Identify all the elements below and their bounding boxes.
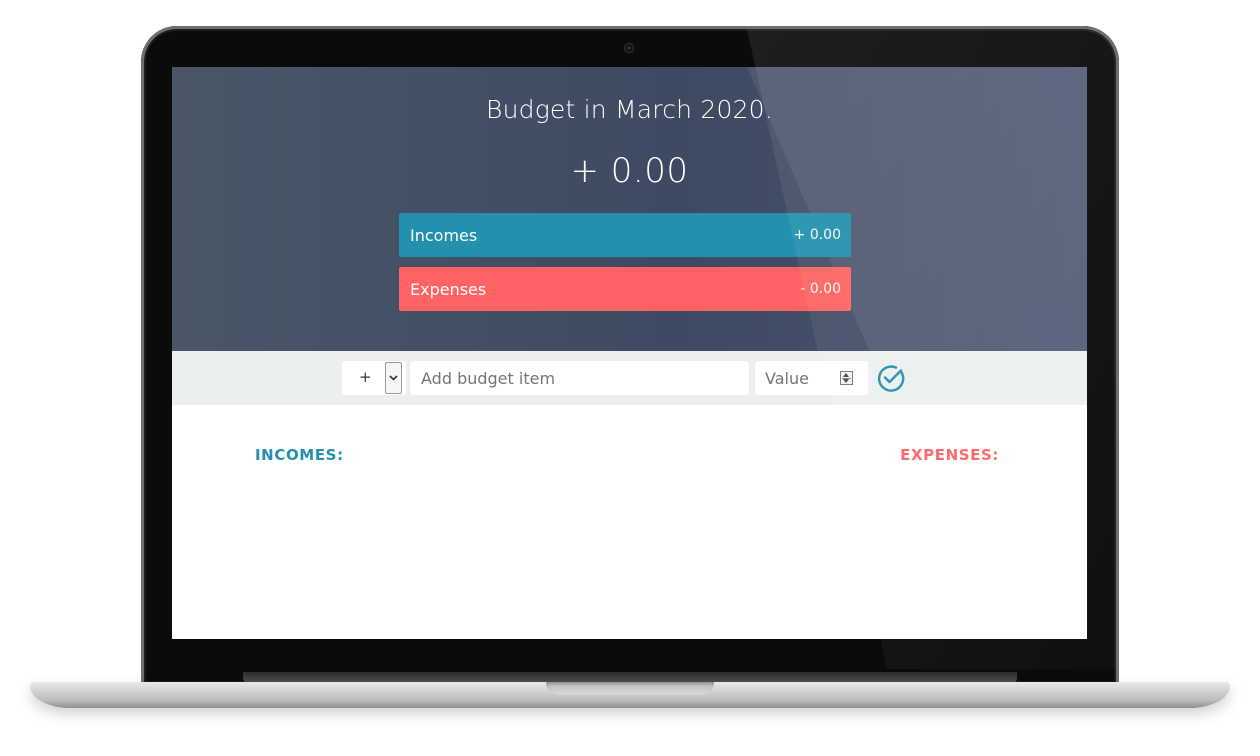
income-summary: Incomes + 0.00	[399, 213, 851, 257]
expense-summary-label: Expenses	[410, 279, 487, 299]
description-input[interactable]	[410, 361, 749, 395]
chevron-down-icon[interactable]	[385, 362, 402, 394]
value-stepper[interactable]	[840, 371, 853, 385]
budget-total: + 0.00	[570, 151, 689, 191]
camera-icon	[625, 44, 633, 52]
expense-summary-amount: - 0.00	[800, 281, 841, 297]
value-field[interactable]	[755, 361, 868, 395]
check-circle-icon[interactable]	[876, 363, 906, 393]
laptop-notch	[546, 682, 714, 695]
app-screen: Budget in March 2020. + 0.00 Incomes + 0…	[172, 67, 1087, 639]
add-item-form: +	[172, 351, 1087, 405]
page-title: Budget in March 2020.	[486, 95, 773, 124]
income-summary-amount: + 0.00	[793, 227, 841, 243]
type-select[interactable]: +	[342, 361, 406, 395]
type-select-value: +	[359, 368, 372, 386]
budget-lists: INCOMES: EXPENSES:	[172, 405, 1087, 639]
budget-header: Budget in March 2020. + 0.00 Incomes + 0…	[172, 67, 1087, 351]
incomes-list-title: INCOMES:	[255, 446, 344, 464]
laptop-mockup: Budget in March 2020. + 0.00 Incomes + 0…	[0, 0, 1260, 756]
expense-summary: Expenses - 0.00	[399, 267, 851, 311]
value-input[interactable]	[755, 361, 835, 395]
income-summary-label: Incomes	[410, 225, 478, 245]
expenses-list-title: EXPENSES:	[900, 446, 999, 464]
